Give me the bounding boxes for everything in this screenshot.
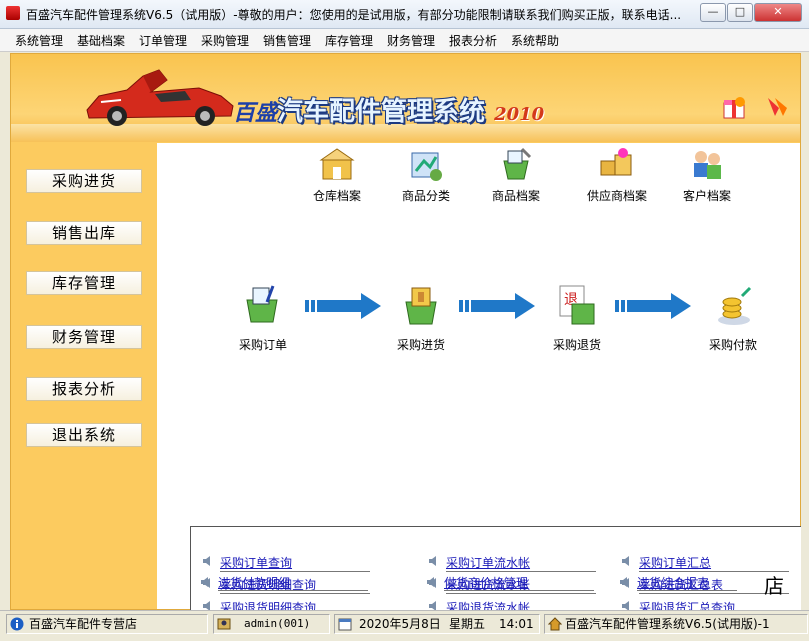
help-icon[interactable]	[765, 94, 791, 120]
status-user-text: admin(001)	[244, 617, 311, 630]
speaker-icon	[201, 577, 208, 587]
menu-base-archive[interactable]: 基础档案	[77, 32, 125, 49]
menu-sales[interactable]: 销售管理	[263, 32, 311, 49]
status-weekday: 星期五	[449, 617, 486, 631]
link-purchase-order-journal[interactable]: 采购订单流水帐	[446, 554, 530, 571]
purchase-payment-icon[interactable]	[710, 282, 756, 328]
purchase-return-icon[interactable]: 退	[554, 282, 600, 328]
menu-help[interactable]: 系统帮助	[511, 32, 559, 49]
menu-bar: 系统管理 基础档案 订单管理 采购管理 销售管理 库存管理 财务管理 报表分析 …	[0, 29, 809, 52]
menu-finance[interactable]: 财务管理	[387, 32, 435, 49]
speaker-icon	[622, 556, 629, 566]
restore-button[interactable]: □	[727, 3, 753, 22]
purchase-payment-label: 采购付款	[708, 338, 757, 352]
gift-icon[interactable]	[721, 94, 747, 120]
link-purchase-composite-report[interactable]: 进货综合报表	[637, 574, 709, 591]
sidebar-exit[interactable]: 退出系统	[26, 423, 142, 447]
brand-year: 2010	[494, 104, 545, 125]
sidebar-purchase-in[interactable]: 采购进货	[26, 169, 142, 193]
calendar-icon	[338, 618, 352, 631]
link-purchase-order-query[interactable]: 采购订单查询	[220, 554, 292, 571]
content-panel: 仓库档案 商品分类 商品档案 供应商档案 客户档案 采购订单 采购进货 退 采购…	[157, 143, 801, 617]
flow-arrow-3	[615, 293, 691, 319]
category-label: 商品分类	[401, 189, 450, 203]
status-app-text: 百盛汽车配件管理系统V6.5(试用版)-1	[565, 617, 770, 631]
banner: 百盛汽车配件管理系统 2010	[11, 54, 800, 142]
goods-label: 商品档案	[491, 189, 540, 203]
category-icon[interactable]	[406, 145, 446, 185]
status-app: 百盛汽车配件管理系统V6.5(试用版)-1	[544, 614, 808, 634]
customer-icon[interactable]	[687, 145, 727, 185]
purchase-order-icon[interactable]	[239, 282, 285, 328]
app-icon	[6, 6, 20, 20]
window-title: 百盛汽车配件管理系统V6.5（试用版）-尊敬的用户：您使用的是试用版，有部分功能…	[26, 8, 682, 22]
menu-order[interactable]: 订单管理	[139, 32, 187, 49]
main-panel: 百盛汽车配件管理系统 2010 采购进货 销售出库 库存管理 财务管理 报表分析…	[10, 53, 801, 617]
title-bar[interactable]: 百盛汽车配件管理系统V6.5（试用版）-尊敬的用户：您使用的是试用版，有部分功能…	[0, 0, 809, 29]
menu-inventory[interactable]: 库存管理	[325, 32, 373, 49]
link-purchase-order-summary[interactable]: 采购订单汇总	[639, 554, 711, 571]
sports-car-logo	[86, 69, 234, 126]
goods-icon[interactable]	[496, 145, 536, 185]
purchase-in-label: 采购进货	[396, 338, 445, 352]
speaker-icon	[427, 577, 434, 587]
sidebar-inventory[interactable]: 库存管理	[26, 271, 142, 295]
info-icon	[10, 617, 24, 631]
menu-reports[interactable]: 报表分析	[449, 32, 497, 49]
minimize-button[interactable]: —	[700, 3, 726, 22]
supplier-label: 供应商档案	[586, 189, 647, 203]
speaker-icon	[203, 556, 210, 566]
link-purchase-payment-detail[interactable]: 进货付款明细	[218, 574, 290, 591]
status-datetime: 2020年5月8日 星期五 14:01	[334, 614, 540, 634]
status-store: 百盛汽车配件专营店	[6, 614, 208, 634]
menu-system[interactable]: 系统管理	[15, 32, 63, 49]
close-button[interactable]: ✕	[754, 3, 802, 22]
warehouse-label: 仓库档案	[312, 189, 361, 203]
report-links-panel: 采购订单查询 采购进货明细查询 采购退货明细查询 采购订单流水帐 采购进货流水帐…	[190, 526, 801, 617]
purchase-order-label: 采购订单	[238, 338, 287, 352]
brand-prefix: 百盛	[233, 100, 278, 126]
brand-name: 汽车配件管理系统	[277, 97, 486, 127]
sidebar-reports[interactable]: 报表分析	[26, 377, 142, 401]
menu-purchase[interactable]: 采购管理	[201, 32, 249, 49]
user-icon	[217, 618, 231, 630]
purchase-in-icon[interactable]	[398, 282, 444, 328]
flow-arrow-2	[459, 293, 535, 319]
speaker-icon	[620, 577, 627, 587]
customer-label: 客户档案	[682, 189, 731, 203]
overflow-text: 店	[764, 574, 784, 598]
sidebar-sales-out[interactable]: 销售出库	[26, 221, 142, 245]
warehouse-icon[interactable]	[317, 145, 357, 185]
status-store-text: 百盛汽车配件专营店	[29, 617, 138, 631]
home-icon	[548, 617, 562, 631]
link-supplier-price-mgmt[interactable]: 供货商价格管理	[444, 574, 528, 591]
status-bar: 百盛汽车配件专营店 admin(001) 2020年5月8日 星期五 14:01…	[0, 610, 809, 641]
brand-title: 百盛汽车配件管理系统 2010	[233, 91, 544, 128]
status-user: admin(001)	[213, 614, 330, 634]
status-date: 2020年5月8日	[359, 617, 441, 631]
flow-arrow-1	[305, 293, 381, 319]
sidebar-finance[interactable]: 财务管理	[26, 325, 142, 349]
purchase-return-label: 采购退货	[552, 338, 601, 352]
status-time: 14:01	[499, 617, 534, 631]
speaker-icon	[429, 556, 436, 566]
supplier-icon[interactable]	[597, 145, 637, 185]
